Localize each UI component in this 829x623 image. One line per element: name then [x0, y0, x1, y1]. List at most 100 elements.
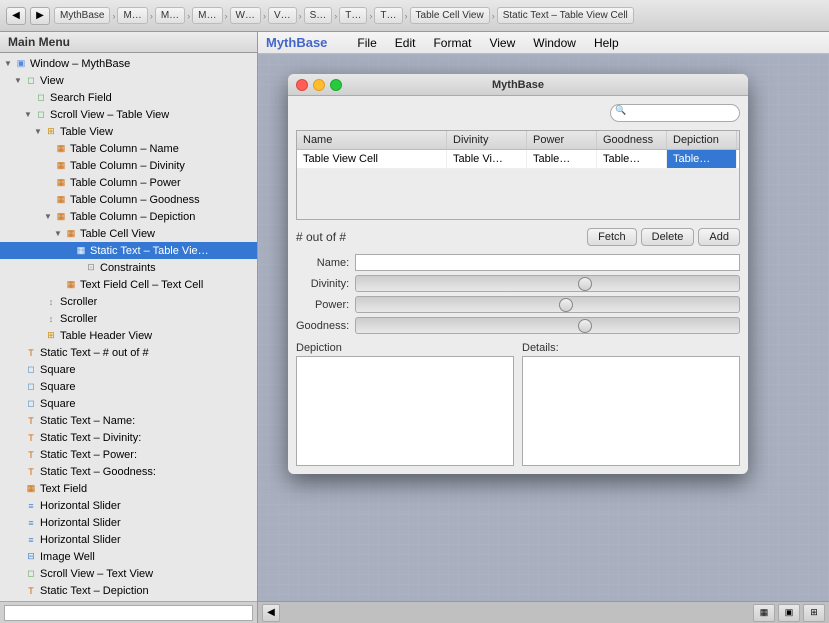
sidebar-item-tableview[interactable]: ▼ ⊞ Table View [0, 123, 257, 140]
sidebar-item-static-divinity[interactable]: T Static Text – Divinity: [0, 429, 257, 446]
delete-button[interactable]: Delete [641, 228, 695, 246]
name-input[interactable] [355, 254, 740, 271]
sidebar-label-hslider2: Horizontal Slider [40, 517, 121, 529]
sidebar-item-tableheader[interactable]: ⊞ Table Header View [0, 327, 257, 344]
th-goodness: Goodness [597, 131, 667, 149]
window-close-button[interactable] [296, 79, 308, 91]
sidebar-item-static-name[interactable]: T Static Text – Name: [0, 412, 257, 429]
breadcrumb-v[interactable]: V… [268, 7, 297, 24]
add-button[interactable]: Add [698, 228, 740, 246]
sidebar-item-hslider1[interactable]: ≡ Horizontal Slider [0, 497, 257, 514]
menu-edit[interactable]: Edit [395, 36, 416, 50]
sidebar-label-scroller2: Scroller [60, 313, 97, 325]
sidebar-item-tablecellview[interactable]: ▼ ▦ Table Cell View [0, 225, 257, 242]
arrow-hs3 [14, 535, 24, 544]
breadcrumb-m1[interactable]: M… [117, 7, 147, 24]
fetch-button[interactable]: Fetch [587, 228, 637, 246]
bottom-icon-grid[interactable]: ▦ [753, 604, 775, 622]
view-icon: ◻ [24, 75, 38, 87]
breadcrumb-s[interactable]: S… [304, 7, 333, 24]
col-div-icon: ▦ [54, 160, 68, 172]
sep2: › [150, 11, 153, 21]
sidebar-item-scroller1[interactable]: ↕ Scroller [0, 293, 257, 310]
goodness-slider[interactable] [355, 317, 740, 334]
sidebar-label-window: Window – MythBase [30, 58, 130, 70]
arrow-tf [14, 484, 24, 493]
svtv-icon: ◻ [24, 568, 38, 580]
window-title: MythBase [492, 79, 544, 91]
sidebar-item-imagewell[interactable]: ⊟ Image Well [0, 548, 257, 565]
arrow-stgood [14, 467, 24, 476]
breadcrumb-m2[interactable]: M… [155, 7, 185, 24]
app-title: MythBase [266, 35, 327, 50]
sidebar-item-hslider3[interactable]: ≡ Horizontal Slider [0, 531, 257, 548]
sidebar-item-static-text-selected[interactable]: ▦ Static Text – Table Vie… [0, 242, 257, 259]
sidebar-item-view[interactable]: ▼ ◻ View [0, 72, 257, 89]
menu-format[interactable]: Format [433, 36, 471, 50]
sidebar-label-col-depiction: Table Column – Depiction [70, 211, 195, 223]
sidebar-item-col-divinity[interactable]: ▦ Table Column – Divinity [0, 157, 257, 174]
sidebar-label-square1: Square [40, 364, 75, 376]
power-label: Power: [296, 299, 349, 311]
menu-file[interactable]: File [357, 36, 376, 50]
td-power: Table… [527, 150, 597, 168]
sidebar-label-scroller1: Scroller [60, 296, 97, 308]
breadcrumb-t1[interactable]: T… [339, 7, 367, 24]
back-button[interactable]: ◀ [6, 7, 26, 25]
row-count-area: # out of # Fetch Delete Add [296, 228, 740, 246]
sidebar-label-textfield: Text Field [40, 483, 87, 495]
arrow-iw [14, 552, 24, 561]
divinity-slider[interactable] [355, 275, 740, 292]
breadcrumb-table-cell-view[interactable]: Table Cell View [410, 7, 490, 24]
forward-button[interactable]: ▶ [30, 7, 50, 25]
breadcrumb-w[interactable]: W… [230, 7, 261, 24]
menu-help[interactable]: Help [594, 36, 619, 50]
sidebar-label-static-divinity: Static Text – Divinity: [40, 432, 141, 444]
sidebar-item-scroll-table[interactable]: ▼ ◻ Scroll View – Table View [0, 106, 257, 123]
sidebar-item-col-name[interactable]: ▦ Table Column – Name [0, 140, 257, 157]
menu-view[interactable]: View [489, 36, 515, 50]
sidebar-filter-input[interactable] [4, 605, 253, 621]
sidebar-item-square1[interactable]: ◻ Square [0, 361, 257, 378]
sidebar-item-static-goodness[interactable]: T Static Text – Goodness: [0, 463, 257, 480]
sidebar-item-textfieldcell[interactable]: ▦ Text Field Cell – Text Cell [0, 276, 257, 293]
sidebar-label-static-depiction: Static Text – Depiction [40, 585, 149, 597]
table-row[interactable]: Table View Cell Table Vi… Table… Table… … [297, 150, 739, 169]
window-minimize-button[interactable] [313, 79, 325, 91]
breadcrumb-mythbase[interactable]: MythBase [54, 7, 110, 24]
sidebar-item-scroll-text[interactable]: ◻ Scroll View – Text View [0, 565, 257, 582]
sidebar-item-static-depiction[interactable]: T Static Text – Depiction [0, 582, 257, 599]
breadcrumb-m3[interactable]: M… [192, 7, 222, 24]
sep10: › [492, 11, 495, 21]
bottom-icon-list[interactable]: ▣ [778, 604, 800, 622]
sidebar-item-searchfield[interactable]: ◻ Search Field [0, 89, 257, 106]
sidebar-item-static-outof[interactable]: T Static Text – # out of # [0, 344, 257, 361]
canvas-left-arrow[interactable]: ◀ [262, 604, 280, 622]
col-good-icon: ▦ [54, 194, 68, 206]
sidebar-item-col-goodness[interactable]: ▦ Table Column – Goodness [0, 191, 257, 208]
window-maximize-button[interactable] [330, 79, 342, 91]
sidebar-item-hslider2[interactable]: ≡ Horizontal Slider [0, 514, 257, 531]
breadcrumb-static-text[interactable]: Static Text – Table View Cell [497, 7, 634, 24]
sidebar-item-constraints[interactable]: ⊡ Constraints [0, 259, 257, 276]
arrow-svtv [14, 569, 24, 578]
details-panel: Details: [522, 342, 740, 466]
row-count-text: # out of # [296, 230, 346, 244]
sidebar-item-col-power[interactable]: ▦ Table Column – Power [0, 174, 257, 191]
sidebar-item-static-power[interactable]: T Static Text – Power: [0, 446, 257, 463]
bottom-icon-outline[interactable]: ⊞ [803, 604, 825, 622]
sidebar-item-window[interactable]: ▼ ▣ Window – MythBase [0, 55, 257, 72]
sidebar-item-textfield[interactable]: ▦ Text Field [0, 480, 257, 497]
scrolltable-icon: ◻ [34, 109, 48, 121]
arrow-stdep [14, 586, 24, 595]
sidebar-item-square3[interactable]: ◻ Square [0, 395, 257, 412]
sidebar-item-scroller2[interactable]: ↕ Scroller [0, 310, 257, 327]
sidebar-item-square2[interactable]: ◻ Square [0, 378, 257, 395]
power-slider[interactable] [355, 296, 740, 313]
sidebar-item-col-depiction[interactable]: ▼ ▦ Table Column – Depiction [0, 208, 257, 225]
breadcrumb-t2[interactable]: T… [374, 7, 402, 24]
search-input[interactable] [610, 104, 740, 122]
sidebar-label-col-name: Table Column – Name [70, 143, 179, 155]
menu-window[interactable]: Window [533, 36, 576, 50]
arrow-stname [14, 416, 24, 425]
